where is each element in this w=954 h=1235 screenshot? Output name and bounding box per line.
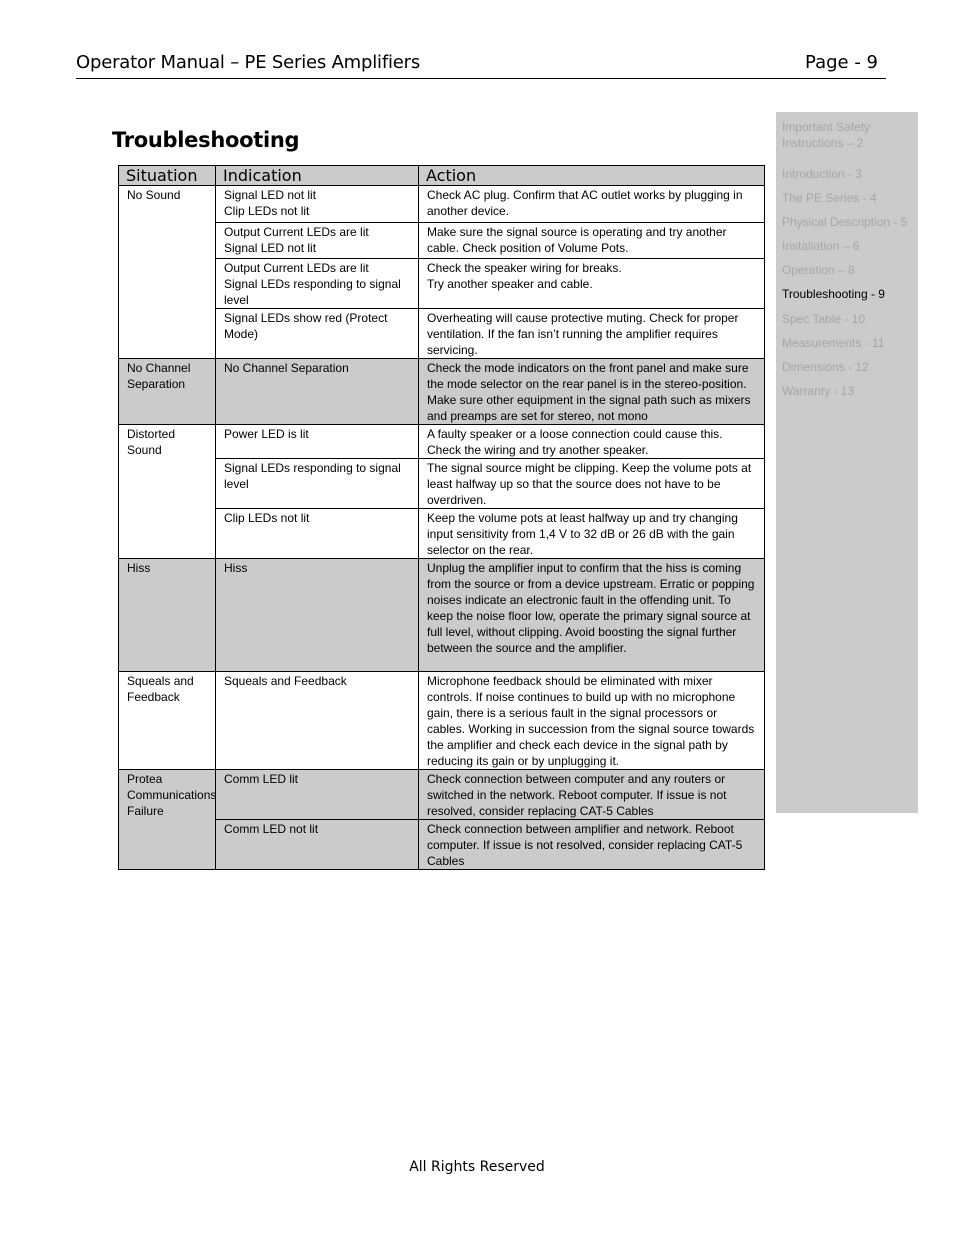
page-header: Operator Manual – PE Series Amplifiers P… bbox=[76, 52, 886, 79]
page-footer: All Rights Reserved bbox=[409, 1159, 545, 1175]
indication-cell: Clip LEDs not lit bbox=[215, 508, 419, 559]
indication-cell: Power LED is lit bbox=[215, 424, 419, 459]
toc-item[interactable]: The PE Series - 4 bbox=[782, 190, 877, 206]
action-cell: Unplug the amplifier input to confirm th… bbox=[418, 558, 765, 672]
indication-cell: Signal LEDs show red (Protect Mode) bbox=[215, 308, 419, 359]
action-cell: Check the speaker wiring for breaks. Try… bbox=[418, 258, 765, 309]
toc-item[interactable]: Operation – 8 bbox=[782, 262, 855, 278]
table-row: No Channel Separation No Channel Separati… bbox=[118, 358, 765, 425]
table-row: Signal LEDs responding to signal level Th… bbox=[119, 458, 765, 509]
indication-cell: Hiss bbox=[215, 558, 419, 672]
indication-cell: Comm LED lit bbox=[215, 769, 419, 820]
action-cell: Check connection between computer and an… bbox=[418, 769, 765, 820]
toc-item[interactable]: Spec Table - 10 bbox=[782, 311, 865, 327]
table-row: Squeals and Feedback Squeals and Feedback… bbox=[118, 671, 765, 770]
action-cell: Microphone feedback should be eliminated… bbox=[418, 671, 765, 770]
action-cell: A faulty speaker or a loose connection c… bbox=[418, 424, 765, 459]
indication-cell: Signal LEDs responding to signal level bbox=[215, 458, 419, 509]
action-cell: The signal source might be clipping. Kee… bbox=[418, 458, 765, 509]
table-row: No Sound Signal LED not lit Clip LEDs not… bbox=[118, 185, 765, 359]
situation-cell: No Sound bbox=[118, 185, 216, 359]
action-cell: Check AC plug. Confirm that AC outlet wo… bbox=[418, 185, 765, 223]
table-row: Protea Communications Failure Comm LED li… bbox=[118, 769, 765, 870]
page-number: Page - 9 bbox=[805, 52, 878, 73]
indication-cell: Comm LED not lit bbox=[215, 819, 419, 870]
table-row: Output Current LEDs are lit Signal LED n… bbox=[119, 222, 765, 259]
situation-cell: Distorted Sound bbox=[118, 424, 216, 559]
action-cell: Overheating will cause protective muting… bbox=[418, 308, 765, 359]
table-header-row: Situation Indication Action bbox=[118, 165, 765, 186]
indication-cell: Output Current LEDs are lit Signal LEDs … bbox=[215, 258, 419, 309]
toc-item[interactable]: Measurements - 11 bbox=[782, 335, 885, 351]
column-header-indication: Indication bbox=[215, 165, 419, 186]
toc-item[interactable]: Warranty - 13 bbox=[782, 383, 854, 399]
table-row: Clip LEDs not lit Keep the volume pots at… bbox=[119, 508, 765, 559]
indication-cell: Signal LED not lit Clip LEDs not lit bbox=[215, 185, 419, 223]
action-cell: Check the mode indicators on the front p… bbox=[418, 358, 765, 425]
troubleshooting-table: Situation Indication Action No Sound Sign… bbox=[118, 165, 765, 870]
table-row: Hiss Hiss Unplug the amplifier input to co… bbox=[118, 558, 765, 672]
manual-title: Operator Manual – PE Series Amplifiers bbox=[76, 52, 421, 73]
indication-cell: Squeals and Feedback bbox=[215, 671, 419, 770]
table-of-contents-sidebar: Important Safety Instructions – 2 Introdu… bbox=[776, 112, 918, 813]
table-row: Comm LED not lit Check connection between… bbox=[119, 819, 765, 870]
toc-item[interactable]: Physical Description - 5 bbox=[782, 214, 907, 230]
toc-item[interactable]: Introduction - 3 bbox=[782, 166, 862, 182]
situation-cell: No Channel Separation bbox=[118, 358, 216, 425]
table-row: Output Current LEDs are lit Signal LEDs … bbox=[119, 258, 765, 309]
action-cell: Make sure the signal source is operating… bbox=[418, 222, 765, 259]
action-cell: Check connection between amplifier and n… bbox=[418, 819, 765, 870]
section-heading: Troubleshooting bbox=[112, 128, 300, 152]
action-cell: Keep the volume pots at least halfway up… bbox=[418, 508, 765, 559]
toc-item[interactable]: Installation – 6 bbox=[782, 238, 859, 254]
column-header-action: Action bbox=[418, 165, 765, 186]
indication-cell: No Channel Separation bbox=[215, 358, 419, 425]
toc-item[interactable]: Important Safety Instructions – 2 bbox=[782, 119, 870, 151]
toc-item[interactable]: Troubleshooting - 9 bbox=[782, 286, 885, 302]
toc-item[interactable]: Dimensions - 12 bbox=[782, 359, 869, 375]
situation-cell: Protea Communications Failure bbox=[118, 769, 216, 870]
indication-cell: Output Current LEDs are lit Signal LED n… bbox=[215, 222, 419, 259]
column-header-situation: Situation bbox=[118, 165, 216, 186]
situation-cell: Squeals and Feedback bbox=[118, 671, 216, 770]
situation-cell: Hiss bbox=[118, 558, 216, 672]
table-row: Signal LEDs show red (Protect Mode) Overh… bbox=[119, 308, 765, 359]
table-row: Distorted Sound Power LED is lit A faulty … bbox=[118, 424, 765, 559]
